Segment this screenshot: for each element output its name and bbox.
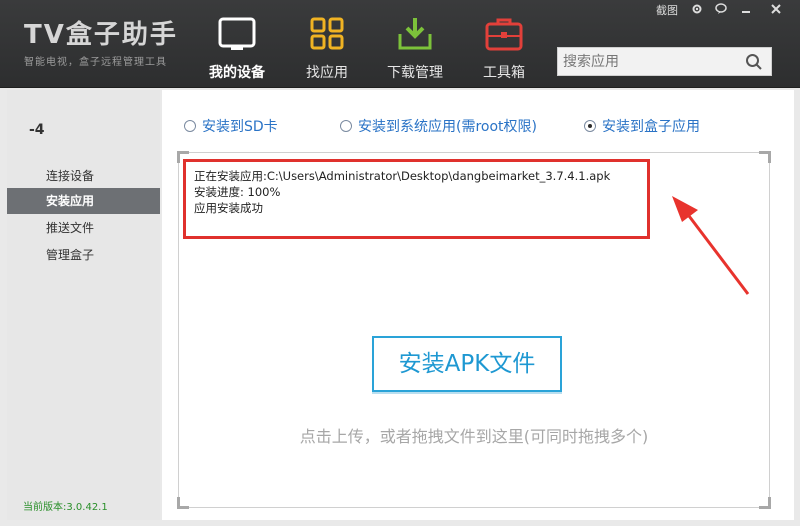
option-system-app[interactable]: 安装到系统应用(需root权限) (340, 116, 537, 136)
nav-toolbox[interactable]: 工具箱 (469, 16, 539, 86)
nav-downloads-label: 下载管理 (380, 62, 450, 82)
sidebar: -4 连接设备 安装应用 推送文件 管理盒子 当前版本:3.0.42.1 (7, 90, 160, 520)
version-label: 当前版本: (23, 502, 66, 513)
device-name: -4 (29, 122, 45, 138)
screenshot-label: 截图 (656, 2, 678, 18)
nav-toolbox-label: 工具箱 (469, 62, 539, 82)
top-bar: TV盒子助手 智能电视，盒子远程管理工具 我的设备 找应用 下载管理 (0, 0, 800, 88)
sidebar-item-manage-box[interactable]: 管理盒子 (7, 242, 160, 268)
search-input[interactable] (558, 48, 738, 75)
nav-my-devices[interactable]: 我的设备 (202, 16, 272, 86)
option-sd-card-label: 安装到SD卡 (202, 116, 278, 136)
radio-box-app[interactable] (584, 120, 596, 132)
toolbox-icon (484, 16, 524, 52)
app-logo: TV盒子助手 智能电视，盒子远程管理工具 (24, 14, 178, 68)
nav-find-apps[interactable]: 找应用 (292, 16, 362, 86)
version-value: 3.0.42.1 (66, 502, 107, 513)
option-system-app-label: 安装到系统应用(需root权限) (358, 116, 537, 136)
logo-subtitle: 智能电视，盒子远程管理工具 (24, 53, 178, 68)
nav-my-devices-label: 我的设备 (202, 62, 272, 82)
nav-find-apps-label: 找应用 (292, 62, 362, 82)
monitor-icon (217, 16, 257, 52)
search-box (557, 47, 772, 76)
annotation-arrow-icon (660, 190, 760, 300)
install-log: 正在安装应用:C:\Users\Administrator\Desktop\da… (183, 159, 650, 239)
install-apk-button[interactable]: 安装APK文件 (372, 336, 562, 392)
main-panel: 安装到SD卡 安装到系统应用(需root权限) 安装到盒子应用 正在安装应用:C… (162, 90, 794, 520)
search-icon[interactable] (745, 53, 763, 71)
logo-title: TV盒子助手 (24, 14, 178, 51)
sidebar-item-install-app[interactable]: 安装应用 (7, 188, 160, 214)
option-sd-card[interactable]: 安装到SD卡 (184, 116, 278, 136)
radio-sd-card[interactable] (184, 120, 196, 132)
minimize-icon[interactable] (740, 2, 752, 16)
corner-bracket (759, 151, 771, 163)
gear-icon[interactable] (691, 2, 703, 16)
screenshot-button[interactable]: 截图 (656, 2, 678, 16)
corner-bracket (177, 497, 189, 509)
sidebar-item-connect-device[interactable]: 连接设备 (7, 163, 160, 189)
chat-bubble-icon[interactable] (715, 2, 727, 16)
grid-icon (307, 16, 347, 52)
corner-bracket (759, 497, 771, 509)
install-log-status: 应用安装成功 (194, 200, 647, 216)
option-box-app[interactable]: 安装到盒子应用 (584, 116, 700, 136)
option-box-app-label: 安装到盒子应用 (602, 116, 700, 136)
sidebar-item-push-file[interactable]: 推送文件 (7, 215, 160, 241)
nav-downloads[interactable]: 下载管理 (380, 16, 450, 86)
install-log-path: 正在安装应用:C:\Users\Administrator\Desktop\da… (194, 168, 647, 184)
install-log-progress: 安装进度: 100% (194, 184, 647, 200)
radio-system-app[interactable] (340, 120, 352, 132)
drop-hint: 点击上传，或者拖拽文件到这里(可同时拖拽多个) (179, 423, 769, 447)
version-info: 当前版本:3.0.42.1 (23, 498, 108, 513)
download-icon (395, 16, 435, 52)
close-icon[interactable] (770, 2, 782, 16)
